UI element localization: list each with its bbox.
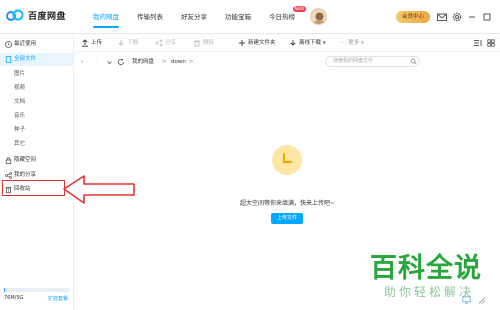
vip-center-button[interactable]: 会员中心 bbox=[396, 11, 430, 23]
maximize-icon[interactable] bbox=[481, 11, 493, 23]
sort-icon[interactable] bbox=[473, 39, 482, 47]
upload-label: 上传 bbox=[91, 40, 103, 46]
refresh-icon[interactable] bbox=[117, 58, 125, 66]
download-label: 下载 bbox=[127, 40, 139, 46]
sidebar-sub-torrents[interactable]: 种子 bbox=[14, 124, 25, 136]
main-nav: 我的网盘 传输列表 好友分享 功能宝箱 今日热榜 NEW bbox=[84, 0, 306, 34]
sidebar-sub-videos[interactable]: 视频 bbox=[14, 82, 25, 94]
app-logo: 百度网盘 bbox=[6, 8, 66, 22]
expand-storage-link[interactable]: 扩容套餐 bbox=[48, 295, 68, 302]
resize-handle-icon[interactable] bbox=[477, 296, 486, 304]
share-icon bbox=[155, 39, 163, 47]
download-icon bbox=[290, 40, 296, 46]
share-icon bbox=[5, 172, 12, 179]
upload-file-button[interactable]: 上传文件 bbox=[271, 213, 303, 224]
share-label: 分享 bbox=[165, 40, 177, 46]
clock-illustration-icon bbox=[282, 152, 293, 164]
download-icon bbox=[118, 40, 124, 46]
search-icon[interactable] bbox=[410, 58, 417, 65]
screen-icon[interactable] bbox=[462, 296, 471, 304]
chevron-down-icon[interactable] bbox=[106, 59, 113, 66]
sidebar: 最近使用 全部文件 图片 视频 文档 音乐 种子 其它 隐藏空间 我的分享 回收… bbox=[0, 34, 74, 310]
watermark-title: 百科全说 bbox=[370, 253, 482, 284]
empty-folder-illustration bbox=[272, 145, 302, 175]
sidebar-sub-images[interactable]: 图片 bbox=[14, 68, 25, 80]
sidebar-item-label: 最近使用 bbox=[14, 41, 37, 47]
forward-arrow-icon[interactable]: › bbox=[95, 57, 97, 67]
empty-state-message: 超大空间等你来填满，快来上传吧~ bbox=[239, 200, 336, 207]
sidebar-sub-music[interactable]: 音乐 bbox=[14, 110, 25, 122]
sidebar-item-label: 全部文件 bbox=[14, 56, 37, 62]
app-title: 百度网盘 bbox=[28, 11, 67, 22]
breadcrumb-separator: > bbox=[189, 59, 194, 65]
sidebar-item-label: 隐藏空间 bbox=[14, 157, 37, 163]
share-button[interactable]: 分享 bbox=[155, 38, 176, 48]
file-icon bbox=[5, 56, 12, 63]
sidebar-item-hidden-space[interactable]: 隐藏空间 bbox=[0, 154, 74, 167]
clock-icon bbox=[5, 41, 12, 48]
trash-icon bbox=[194, 40, 200, 47]
sidebar-sub-others[interactable]: 其它 bbox=[14, 138, 25, 150]
sidebar-sub-documents[interactable]: 文档 bbox=[14, 96, 25, 108]
storage-quota-text: 76M/5G bbox=[4, 295, 24, 301]
back-arrow-icon[interactable]: ‹ bbox=[81, 57, 83, 67]
upload-icon bbox=[82, 39, 88, 47]
toolbar: 上传 下载 分享 删除 新建文件夹 离线下载 ▾ ··· 更多 ▾ bbox=[75, 34, 500, 52]
offline-download-button[interactable]: 离线下载 ▾ bbox=[289, 38, 326, 48]
more-label: 更多 bbox=[348, 40, 360, 46]
tab-hot-list[interactable]: 今日热榜 NEW bbox=[260, 0, 306, 34]
sidebar-item-all-files[interactable]: 全部文件 bbox=[0, 53, 74, 66]
tab-transfer-list[interactable]: 传输列表 bbox=[128, 0, 172, 34]
watermark: 百科全说 助你轻松解决 bbox=[370, 246, 482, 300]
delete-label: 删除 bbox=[203, 40, 215, 46]
plus-icon bbox=[239, 40, 245, 46]
new-folder-button[interactable]: 新建文件夹 bbox=[238, 38, 276, 48]
more-dots-icon: ··· bbox=[341, 40, 347, 46]
bottom-icons bbox=[462, 296, 486, 304]
tab-friend-share[interactable]: 好友分享 bbox=[172, 0, 216, 34]
upload-button[interactable]: 上传 bbox=[81, 38, 102, 48]
storage-quota-bar bbox=[4, 288, 70, 292]
download-button[interactable]: 下载 bbox=[117, 38, 138, 48]
avatar[interactable] bbox=[310, 8, 327, 25]
avatar-image-icon bbox=[311, 9, 326, 24]
chevron-down-icon: ▾ bbox=[323, 40, 326, 46]
minimize-icon[interactable] bbox=[466, 11, 478, 23]
tab-my-drive[interactable]: 我的网盘 bbox=[84, 0, 128, 34]
delete-button[interactable]: 删除 bbox=[193, 38, 214, 48]
more-button[interactable]: ··· 更多 ▾ bbox=[341, 38, 364, 48]
breadcrumb-separator: > bbox=[162, 59, 167, 65]
tab-toolbox[interactable]: 功能宝箱 bbox=[216, 0, 260, 34]
gear-icon[interactable] bbox=[451, 11, 463, 23]
lock-icon bbox=[5, 157, 12, 164]
offline-download-label: 离线下载 bbox=[299, 40, 322, 46]
new-badge: NEW bbox=[292, 6, 306, 12]
sidebar-item-recent[interactable]: 最近使用 bbox=[0, 38, 74, 51]
storage-quota-fill bbox=[4, 288, 6, 292]
chevron-down-icon: ▾ bbox=[361, 40, 364, 46]
tab-hot-list-label: 今日热榜 bbox=[269, 13, 295, 21]
top-bar: 百度网盘 我的网盘 传输列表 好友分享 功能宝箱 今日热榜 NEW 会员中心 bbox=[0, 0, 500, 34]
breadcrumb-root[interactable]: 我的网盘 bbox=[132, 57, 154, 67]
new-folder-label: 新建文件夹 bbox=[248, 40, 276, 46]
cloud-logo-icon bbox=[6, 9, 24, 21]
recycle-bin-highlight-box bbox=[2, 180, 65, 196]
mail-icon[interactable] bbox=[436, 11, 448, 23]
search-input[interactable]: 搜索我的网盘文件 bbox=[325, 56, 420, 67]
breadcrumb-current[interactable]: down bbox=[171, 57, 186, 67]
path-bar: ‹ › 我的网盘 > down > bbox=[75, 54, 500, 70]
grid-view-icon[interactable] bbox=[487, 39, 495, 47]
